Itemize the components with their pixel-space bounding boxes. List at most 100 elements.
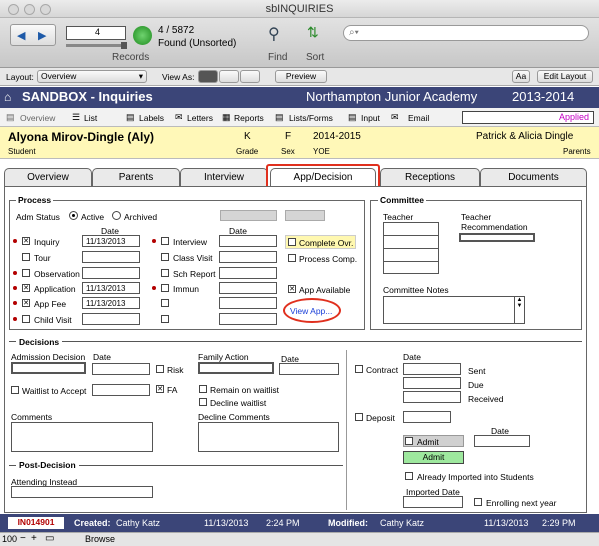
imported-date-field[interactable] (403, 496, 463, 508)
process-date-field[interactable] (219, 235, 277, 247)
risk-checkbox[interactable] (156, 365, 164, 373)
scroll-down-icon[interactable]: ▼ (517, 303, 523, 309)
admit-date-field[interactable] (474, 435, 530, 447)
process-checkbox[interactable]: ✕ (22, 237, 30, 245)
decline-waitlist-checkbox[interactable] (199, 398, 207, 406)
archived-radio[interactable] (112, 211, 121, 220)
record-nav-buttons[interactable]: ◀ ▶ (10, 24, 56, 46)
contract-due-date[interactable] (403, 377, 461, 389)
tab-parents[interactable]: Parents (92, 168, 180, 186)
student-yoe[interactable]: 2014-2015 (313, 131, 361, 142)
admission-decision-date[interactable] (92, 363, 150, 375)
waitlist-to-accept-checkbox[interactable] (11, 386, 19, 394)
student-sex[interactable]: F (285, 131, 291, 142)
process-checkbox[interactable] (161, 237, 169, 245)
process-checkbox[interactable] (22, 269, 30, 277)
process-checkbox[interactable] (22, 315, 30, 323)
tab-receptions[interactable]: Receptions (380, 168, 480, 186)
already-imported-checkbox[interactable] (405, 472, 413, 480)
toolbar-toggle-icon[interactable]: ▭ (45, 533, 54, 544)
process-date-field[interactable] (82, 251, 140, 263)
teacher-recommendation-field[interactable] (459, 233, 535, 242)
forward-arrow-icon[interactable]: ▶ (38, 29, 46, 42)
nav-list[interactable]: List (84, 113, 97, 123)
zoom-in-icon[interactable]: + (31, 533, 37, 544)
record-id[interactable]: IN014901 (8, 517, 64, 529)
contract-sent-date[interactable] (403, 363, 461, 375)
notes-scrollbar[interactable]: ▲ ▼ (514, 297, 524, 323)
process-checkbox[interactable]: ✕ (22, 299, 30, 307)
decline-comments-field[interactable] (198, 422, 339, 452)
sort-icon[interactable]: ⇅ (307, 24, 319, 41)
process-date-field[interactable] (82, 313, 140, 325)
layout-select[interactable]: Overview ▾ (37, 70, 147, 83)
nav-labels[interactable]: Labels (139, 113, 164, 123)
process-checkbox[interactable] (22, 253, 30, 261)
app-available-checkbox[interactable]: ✕ (288, 285, 296, 293)
process-date-field[interactable] (219, 251, 277, 263)
magnifier-icon[interactable]: ⚲ (268, 24, 280, 44)
contract-received-date[interactable] (403, 391, 461, 403)
view-app-link[interactable]: View App... (290, 306, 332, 316)
complete-ovr-checkbox[interactable] (288, 238, 296, 246)
admission-decision-field[interactable] (11, 362, 86, 374)
sort-label[interactable]: Sort (306, 52, 324, 63)
comments-field[interactable] (11, 422, 153, 452)
process-date-field[interactable] (219, 282, 277, 294)
back-arrow-icon[interactable]: ◀ (17, 29, 25, 42)
remain-waitlist-checkbox[interactable] (199, 385, 207, 393)
admit-checkbox[interactable] (405, 437, 413, 445)
admit-button[interactable]: Admit (403, 451, 464, 464)
process-date-field[interactable] (219, 267, 277, 279)
format-bar-button[interactable]: Aa (512, 70, 530, 83)
deposit-checkbox[interactable] (355, 413, 363, 421)
nav-overview[interactable]: Overview (20, 113, 55, 123)
zoom-level[interactable]: 100 (2, 534, 17, 544)
tab-documents[interactable]: Documents (480, 168, 587, 186)
process-date-field[interactable] (219, 313, 277, 325)
contract-checkbox[interactable] (355, 365, 363, 373)
tab-interview[interactable]: Interview (180, 168, 268, 186)
family-action-field[interactable] (198, 362, 274, 374)
process-date-field[interactable]: 11/13/2013 (82, 297, 140, 309)
nav-email[interactable]: Email (408, 113, 429, 123)
student-parents[interactable]: Patrick & Alicia Dingle (476, 131, 573, 142)
process-checkbox[interactable]: ✕ (22, 284, 30, 292)
mode-label[interactable]: Browse (85, 534, 115, 544)
waitlist-date[interactable] (92, 384, 150, 396)
process-checkbox[interactable] (161, 253, 169, 261)
quick-find-input[interactable]: ⌕▾ (343, 25, 589, 41)
process-checkbox[interactable] (161, 315, 169, 323)
find-label[interactable]: Find (268, 52, 287, 63)
student-grade[interactable]: K (244, 131, 251, 142)
record-slider-handle[interactable] (121, 42, 127, 49)
nav-letters[interactable]: Letters (187, 113, 213, 123)
nav-input[interactable]: Input (361, 113, 380, 123)
teacher-list[interactable] (383, 222, 439, 274)
tab-overview[interactable]: Overview (4, 168, 92, 186)
process-checkbox[interactable] (161, 269, 169, 277)
process-date-field[interactable] (82, 267, 140, 279)
table-view-button[interactable] (240, 70, 260, 83)
process-date-field[interactable]: 11/13/2013 (82, 235, 140, 247)
nav-lists-forms[interactable]: Lists/Forms (289, 113, 333, 123)
process-date-field[interactable] (219, 297, 277, 309)
process-comp-checkbox[interactable] (288, 254, 296, 262)
process-date-field[interactable]: 11/13/2013 (82, 282, 140, 294)
preview-button[interactable]: Preview (275, 70, 327, 83)
status-field[interactable]: Applied (462, 111, 594, 124)
zoom-out-icon[interactable]: − (20, 533, 26, 544)
fa-checkbox[interactable]: ✕ (156, 385, 164, 393)
deposit-amount[interactable] (403, 411, 451, 423)
form-view-button[interactable] (198, 70, 218, 83)
student-name[interactable]: Alyona Mirov-Dingle (Aly) (8, 130, 154, 144)
nav-reports[interactable]: Reports (234, 113, 264, 123)
record-number-input[interactable]: 4 (66, 26, 126, 40)
attending-instead-field[interactable] (11, 486, 153, 498)
family-action-date[interactable] (279, 363, 339, 375)
enrolling-next-year-checkbox[interactable] (474, 498, 482, 506)
process-checkbox[interactable] (161, 299, 169, 307)
record-slider[interactable] (66, 44, 126, 47)
process-gray-field-2[interactable] (285, 210, 325, 221)
process-gray-field-1[interactable] (220, 210, 277, 221)
